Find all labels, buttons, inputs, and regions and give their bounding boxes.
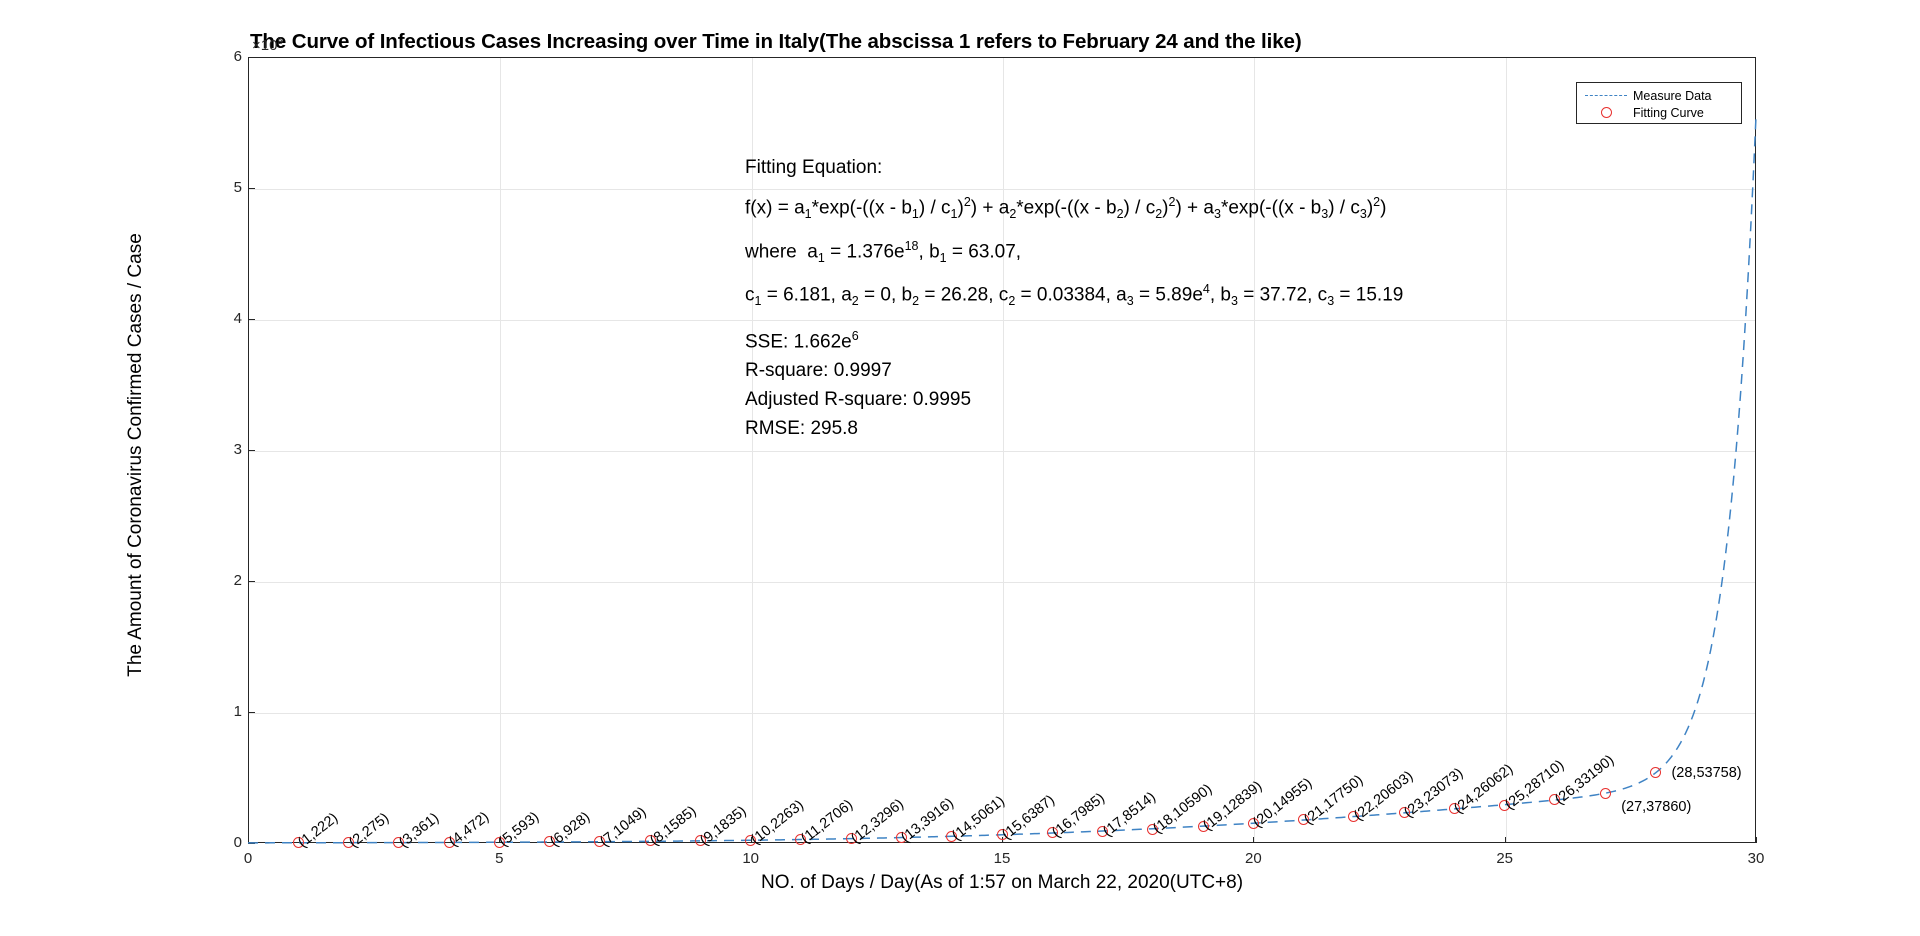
y-axis-label: The Amount of Coronavirus Confirmed Case… (125, 233, 146, 677)
stat-sse-label: SSE: (745, 331, 789, 353)
stat-r-square: R-square: 0.9997 (745, 360, 892, 382)
equation-where-line: where a1 = 1.376e18, b1 = 63.07, (745, 238, 1022, 265)
x-axis-tick-label: 25 (1496, 850, 1513, 867)
dashed-line-icon (1583, 95, 1629, 96)
param-b2: 26.28 (940, 284, 989, 306)
y-axis-tick-mark (248, 188, 255, 189)
y-axis-tick-mark (248, 319, 255, 320)
x-axis-tick-mark (1756, 837, 1757, 843)
legend-label: Measure Data (1633, 88, 1712, 103)
param-c2: 0.03384 (1036, 284, 1106, 306)
param-c3: 15.19 (1355, 284, 1404, 306)
stat-adjusted-r-square: Adjusted R-square: 0.9995 (745, 389, 972, 411)
gridline-horizontal (249, 451, 1755, 452)
data-point-marker[interactable] (1649, 767, 1661, 779)
gridline-vertical (500, 58, 502, 842)
y-axis-tick-label: 0 (233, 834, 242, 851)
stat-sse-exponent: 6 (851, 328, 859, 343)
y-axis-tick-mark (248, 843, 255, 844)
y-axis-tick-mark (248, 712, 255, 713)
x-axis-tick-label: 5 (495, 850, 504, 867)
x-axis-tick-label: 15 (993, 850, 1011, 867)
y-axis-tick-label: 2 (233, 572, 242, 589)
x-axis-tick-mark (1253, 837, 1255, 843)
y-axis-tick-mark (248, 581, 255, 582)
gridline-horizontal (249, 713, 1755, 714)
x-axis-tick-mark (1504, 837, 1506, 843)
legend-item-fitting-curve[interactable]: Fitting Curve (1583, 104, 1735, 121)
x-axis-tick-label: 30 (1747, 850, 1765, 867)
param-c1: 6.181 (783, 284, 831, 306)
y-axis-tick-label: 5 (233, 179, 242, 196)
chart-title: The Curve of Infectious Cases Increasing… (250, 30, 1302, 53)
param-a2: 0 (880, 284, 891, 306)
x-axis-label: NO. of Days / Day(As of 1:57 on March 22… (760, 872, 1244, 893)
circle-marker-icon (1583, 107, 1629, 118)
equation-formula: f(x) = a1*exp(-((x - b1) / c1)2) + a2*ex… (745, 195, 1387, 222)
y-axis-exponent-power: 5 (277, 36, 284, 47)
y-axis-exponent-prefix: ×10 (252, 37, 278, 54)
y-axis-tick-label: 3 (233, 441, 242, 458)
data-point-label: (27,37860) (1621, 799, 1692, 816)
legend-item-measure-data[interactable]: Measure Data (1583, 87, 1735, 104)
equation-heading: Fitting Equation: (745, 157, 883, 178)
y-axis-exponent: ×105 (252, 36, 283, 54)
gridline-vertical (1505, 58, 1507, 842)
x-axis-tick-label: 0 (243, 850, 253, 867)
equation-params-line: c1 = 6.181, a2 = 0, b2 = 26.28, c2 = 0.0… (745, 282, 1404, 309)
y-axis-tick-label: 4 (233, 310, 242, 327)
y-axis-tick-mark (248, 57, 255, 58)
x-axis-tick-mark (248, 837, 249, 843)
y-axis-tick-label: 1 (233, 703, 242, 720)
param-b1: 63.07 (968, 240, 1016, 262)
fitting-equation-annotation: Fitting Equation: f(x) = a1*exp(-((x - b… (745, 158, 1403, 448)
y-axis-tick-label: 6 (233, 48, 242, 65)
legend-label: Fitting Curve (1633, 105, 1704, 120)
gridline-horizontal (249, 582, 1755, 583)
stat-sse-value: 1.662e (793, 331, 852, 353)
data-point-marker[interactable] (1599, 787, 1611, 799)
x-axis-tick-label: 20 (1244, 850, 1262, 867)
stat-rmse: RMSE: 295.8 (745, 418, 858, 440)
data-point-label: (28,53758) (1671, 764, 1742, 781)
x-axis-tick-label: 10 (742, 850, 759, 867)
param-b3: 37.72 (1259, 284, 1308, 306)
legend: Measure Data Fitting Curve (1576, 82, 1742, 124)
y-axis-tick-mark (248, 450, 255, 451)
stat-sse: SSE: 1.662e6 (745, 328, 1403, 353)
